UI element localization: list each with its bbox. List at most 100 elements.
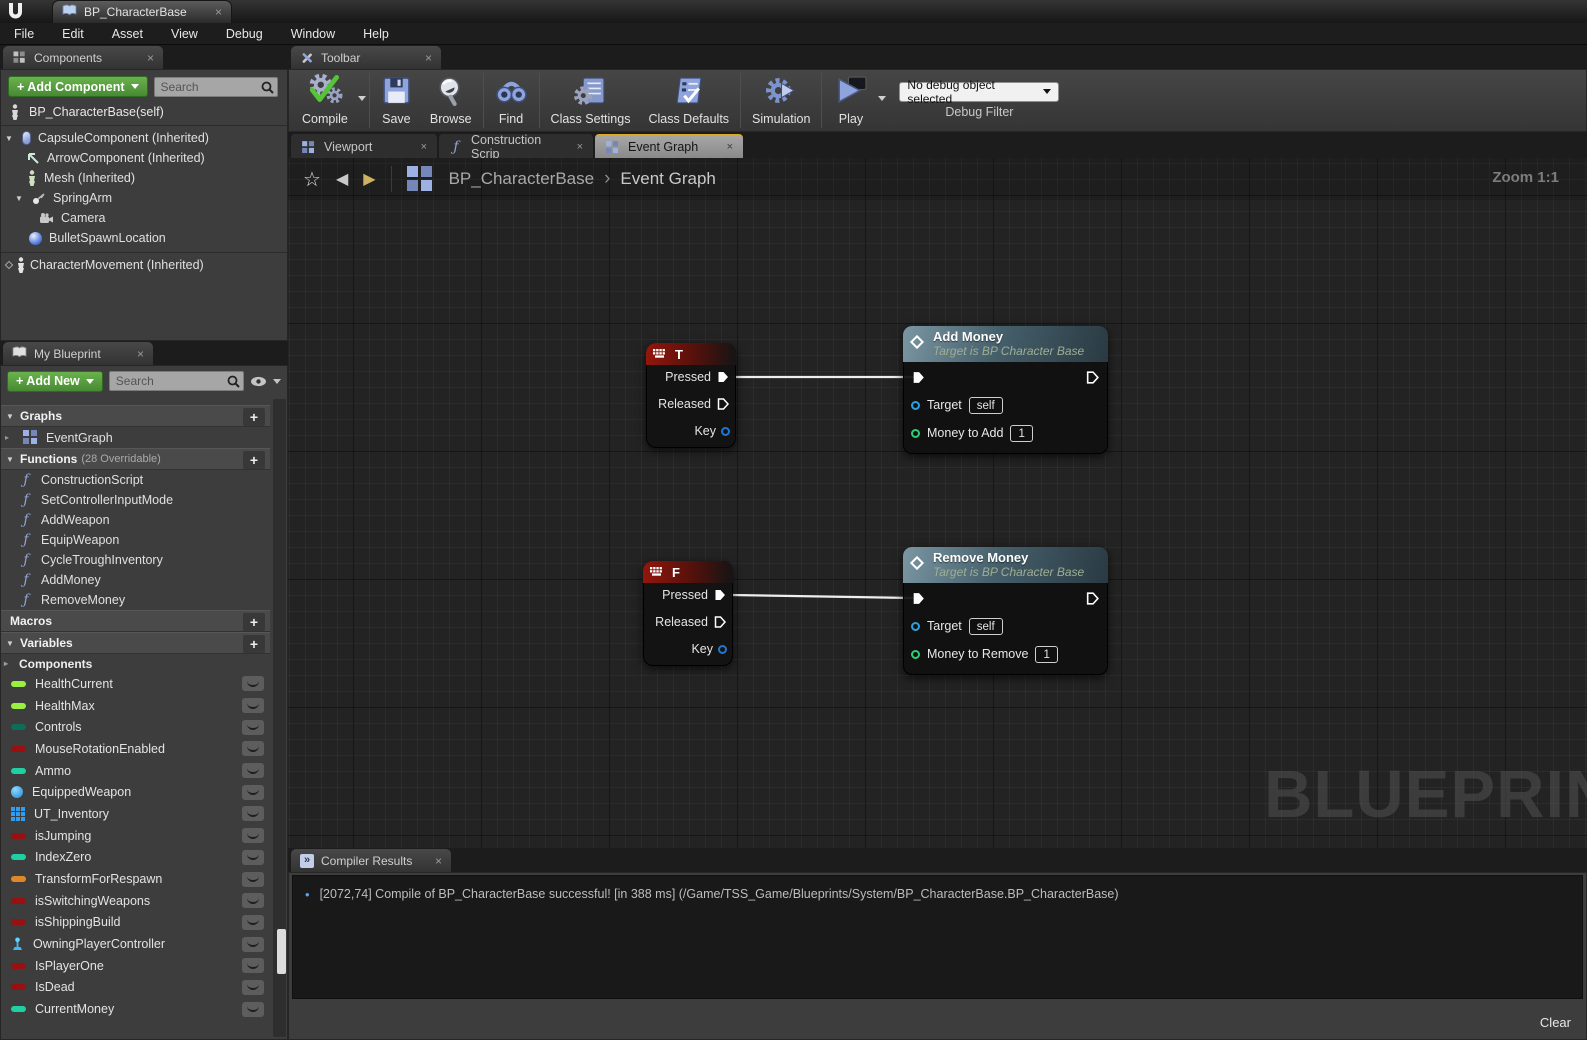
eye-closed-icon[interactable] <box>242 1002 264 1017</box>
variable-row[interactable]: OwningPlayerController <box>1 933 270 955</box>
eye-closed-icon[interactable] <box>242 698 264 713</box>
variables-section-header[interactable]: ▼ Variables + <box>1 632 270 654</box>
eye-closed-icon[interactable] <box>242 720 264 735</box>
key-pin-icon[interactable] <box>721 427 730 436</box>
tab-event-graph[interactable]: Event Graph × <box>595 134 743 158</box>
variable-row[interactable]: HealthCurrent <box>1 673 270 695</box>
debug-object-select[interactable]: No debug object selected <box>899 82 1059 102</box>
eye-closed-icon[interactable] <box>242 850 264 865</box>
pin-key[interactable]: Key <box>691 641 727 657</box>
macros-section-header[interactable]: Macros + <box>1 610 270 632</box>
eye-closed-icon[interactable] <box>242 937 264 952</box>
add-macro-button[interactable]: + <box>243 613 265 631</box>
pin-target[interactable]: Target self <box>911 396 1003 414</box>
menu-item-file[interactable]: File <box>0 23 48 44</box>
variable-row[interactable]: IsPlayerOne <box>1 955 270 977</box>
pin-released[interactable]: Released <box>655 614 727 630</box>
collapse-caret-icon[interactable]: ▸ <box>5 433 15 442</box>
compiler-results-tab[interactable]: » Compiler Results × <box>291 849 451 872</box>
exec-pin-solid-icon[interactable] <box>716 370 730 384</box>
menu-item-view[interactable]: View <box>157 23 212 44</box>
class-defaults-button[interactable]: Class Defaults <box>639 70 738 131</box>
function-item[interactable]: ƒ EquipWeapon <box>1 530 270 550</box>
play-options-caret-icon[interactable] <box>878 96 886 105</box>
close-icon[interactable]: × <box>435 855 442 867</box>
eye-closed-icon[interactable] <box>242 893 264 908</box>
component-item-springarm[interactable]: ▼ SpringArm <box>1 188 287 208</box>
variable-row[interactable]: UT_Inventory <box>1 803 270 825</box>
exec-in-pin-icon[interactable] <box>911 370 926 385</box>
pin-key[interactable]: Key <box>694 423 730 439</box>
my-blueprint-search-input[interactable] <box>109 371 244 391</box>
compiler-log[interactable]: • [2072,74] Compile of BP_CharacterBase … <box>292 875 1583 999</box>
component-item-capsule[interactable]: ▼ CapsuleComponent (Inherited) <box>1 128 287 148</box>
close-icon[interactable]: × <box>577 142 583 153</box>
graph-item-eventgraph[interactable]: ▸ EventGraph <box>1 427 270 448</box>
object-pin-icon[interactable] <box>911 622 920 631</box>
add-component-button[interactable]: + Add Component <box>8 76 148 97</box>
function-item[interactable]: ƒ SetControllerInputMode <box>1 490 270 510</box>
key-pin-icon[interactable] <box>718 645 727 654</box>
target-value-box[interactable]: self <box>969 397 1003 414</box>
close-icon[interactable]: × <box>137 348 144 360</box>
node-input-key-t[interactable]: T Pressed Released Key <box>646 343 736 448</box>
node-input-key-f[interactable]: F Pressed Released Key <box>643 561 733 666</box>
int-pin-icon[interactable] <box>911 429 920 438</box>
chevron-down-icon[interactable] <box>273 379 281 388</box>
component-item-bulletspawn[interactable]: BulletSpawnLocation <box>1 228 287 248</box>
pin-money-to-add[interactable]: Money to Add 1 <box>911 424 1033 442</box>
eye-closed-icon[interactable] <box>242 763 264 778</box>
component-item-camera[interactable]: Camera <box>1 208 287 228</box>
function-item[interactable]: ƒ CycleTroughInventory <box>1 550 270 570</box>
add-variable-button[interactable]: + <box>243 635 265 653</box>
variable-row[interactable]: EquippedWeapon <box>1 781 270 803</box>
exec-pin-solid-icon[interactable] <box>713 588 727 602</box>
variable-row[interactable]: HealthMax <box>1 695 270 717</box>
exec-out-pin-icon[interactable] <box>1085 591 1100 606</box>
pin-released[interactable]: Released <box>658 396 730 412</box>
variable-row[interactable]: isShippingBuild <box>1 912 270 934</box>
menu-item-help[interactable]: Help <box>349 23 403 44</box>
components-tab[interactable]: Components × <box>3 46 163 69</box>
target-value-box[interactable]: self <box>969 618 1003 635</box>
simulation-button[interactable]: Simulation <box>743 70 819 131</box>
browse-button[interactable]: Browse <box>421 70 481 131</box>
variable-row[interactable]: Ammo <box>1 760 270 782</box>
function-item[interactable]: ƒ ConstructionScript <box>1 470 270 490</box>
eye-closed-icon[interactable] <box>242 915 264 930</box>
variable-row[interactable]: IsDead <box>1 977 270 999</box>
tab-viewport[interactable]: Viewport × <box>291 134 437 158</box>
exec-out-pin-icon[interactable] <box>1085 370 1100 385</box>
pin-pressed[interactable]: Pressed <box>662 587 727 603</box>
play-button[interactable]: Play <box>824 70 877 131</box>
eye-closed-icon[interactable] <box>242 806 264 821</box>
breadcrumb-current[interactable]: Event Graph <box>620 169 715 189</box>
close-icon[interactable]: × <box>421 142 427 153</box>
exec-pin-hollow-icon[interactable] <box>713 615 727 629</box>
eye-closed-icon[interactable] <box>242 958 264 973</box>
component-root-item[interactable]: BP_CharacterBase(self) <box>1 101 287 123</box>
variable-row[interactable]: IndexZero <box>1 847 270 869</box>
eye-closed-icon[interactable] <box>242 785 264 800</box>
node-remove-money[interactable]: Remove Money Target is BP Character Base… <box>903 547 1108 675</box>
variable-row[interactable]: isJumping <box>1 825 270 847</box>
pin-pressed[interactable]: Pressed <box>665 369 730 385</box>
eye-closed-icon[interactable] <box>242 980 264 995</box>
my-blueprint-tab[interactable]: My Blueprint × <box>3 342 153 365</box>
add-graph-button[interactable]: + <box>243 408 265 426</box>
graphs-section-header[interactable]: ▼ Graphs + <box>1 405 270 427</box>
breadcrumb-root[interactable]: BP_CharacterBase <box>449 169 595 189</box>
tab-construction-script[interactable]: ƒ Construction Scrip × <box>439 134 593 158</box>
close-icon[interactable]: × <box>147 52 154 64</box>
add-function-button[interactable]: + <box>243 451 265 469</box>
close-icon[interactable]: × <box>215 6 222 18</box>
find-button[interactable]: Find <box>486 70 537 131</box>
save-button[interactable]: Save <box>372 70 421 131</box>
exec-in-pin-icon[interactable] <box>911 591 926 606</box>
variable-row[interactable]: isSwitchingWeapons <box>1 890 270 912</box>
toolbar-tab[interactable]: Toolbar × <box>291 46 441 69</box>
favorite-star-icon[interactable]: ☆ <box>303 167 321 192</box>
eye-closed-icon[interactable] <box>242 872 264 887</box>
collapse-caret-icon[interactable]: ▸ <box>4 659 14 668</box>
amount-value-box[interactable]: 1 <box>1035 646 1057 663</box>
